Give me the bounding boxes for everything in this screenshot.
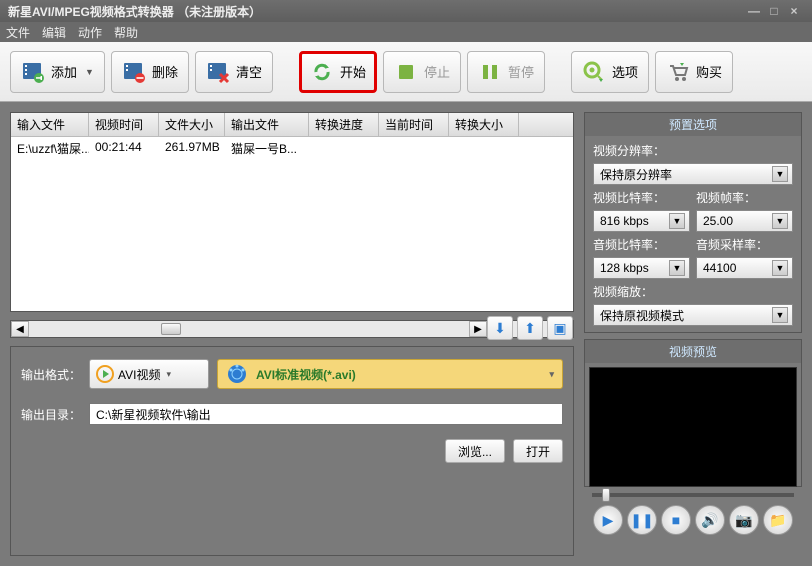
preview-title: 视频预览 [585,340,801,363]
res-label: 视频分辨率： [593,142,793,159]
chevron-down-icon: ▼ [772,166,788,182]
folder-button[interactable]: ▣ [547,316,573,340]
pause-button[interactable]: 暂停 [467,51,545,93]
options-button[interactable]: 选项 [571,51,649,93]
menu-file[interactable]: 文件 [6,24,30,41]
abr-label: 音频比特率： [593,238,665,252]
play-icon: ▶ [603,512,614,529]
col-outsize[interactable]: 转换大小 [449,113,519,136]
browse-button[interactable]: 浏览... [445,439,505,463]
play-button[interactable]: ▶ [593,505,623,535]
scroll-right-icon[interactable]: ▶ [469,321,487,337]
sr-label: 音频采样率： [696,238,768,252]
menu-help[interactable]: 帮助 [114,24,138,41]
start-button[interactable]: 开始 [299,51,377,93]
chevron-down-icon: ▾ [166,369,171,380]
vbr-label: 视频比特率： [593,191,665,205]
col-input[interactable]: 输入文件 [11,113,89,136]
preview-video [589,367,797,487]
preview-panel: 视频预览 [584,339,802,487]
framerate-select[interactable]: 25.00▼ [696,210,793,232]
camera-icon: 📷 [735,512,752,529]
titlebar: 新星AVI/MPEG视频格式转换器 （未注册版本） — □ × [0,0,812,22]
output-dir-label: 输出目录： [21,406,81,423]
arrow-up-icon: ⬆ [524,320,536,337]
resolution-select[interactable]: 保持原分辨率▼ [593,163,793,185]
sphere-icon [226,363,248,385]
pause-preview-button[interactable]: ❚❚ [627,505,657,535]
stop-icon [394,60,418,84]
samplerate-select[interactable]: 44100▼ [696,257,793,279]
pause-icon: ❚❚ [630,512,653,529]
col-duration[interactable]: 视频时间 [89,113,159,136]
snapshot-button[interactable]: 📷 [729,505,759,535]
stop-button[interactable]: 停止 [383,51,461,93]
toolbar: 添加▼ 删除 清空 开始 停止 暂停 选项 购买 [0,42,812,102]
preset-title: 预置选项 [585,113,801,136]
move-up-button[interactable]: ⬆ [517,316,543,340]
output-profile-select[interactable]: AVI标准视频(*.avi) ▾ [217,359,563,389]
scroll-thumb[interactable] [161,323,181,335]
table-row[interactable]: E:\uzzf\猫屎... 00:21:44 261.97MB 猫屎一号B... [11,137,573,160]
stop-icon: ■ [672,512,680,528]
buy-button[interactable]: 购买 [655,51,733,93]
chevron-down-icon: ▼ [669,213,685,229]
output-format-select[interactable]: AVI视频 ▾ [89,359,209,389]
folder-icon: ▣ [553,320,566,337]
video-bitrate-select[interactable]: 816 kbps▼ [593,210,690,232]
output-panel: 输出格式： AVI视频 ▾ AVI标准视频(*.avi) ▾ 输出目录： 浏 [10,346,574,556]
close-button[interactable]: × [784,4,804,18]
play-circle-icon [96,365,114,383]
film-clear-icon [206,60,230,84]
refresh-icon [310,60,334,84]
chevron-down-icon: ▼ [772,307,788,323]
scale-select[interactable]: 保持原视频模式▼ [593,304,793,326]
minimize-button[interactable]: — [744,4,764,18]
col-output[interactable]: 输出文件 [225,113,309,136]
chevron-down-icon: ▼ [772,260,788,276]
preview-controls: ▶ ❚❚ ■ 🔊 📷 📁 [584,503,802,537]
maximize-button[interactable]: □ [764,4,784,18]
scale-label: 视频缩放： [593,283,793,300]
clear-button[interactable]: 清空 [195,51,273,93]
move-down-button[interactable]: ⬇ [487,316,513,340]
output-dir-input[interactable] [89,403,563,425]
audio-bitrate-select[interactable]: 128 kbps▼ [593,257,690,279]
slider-knob[interactable] [602,488,610,502]
scroll-left-icon[interactable]: ◀ [11,321,29,337]
gear-icon [582,60,606,84]
fps-label: 视频帧率： [696,191,756,205]
open-folder-button[interactable]: 📁 [763,505,793,535]
folder-open-icon: 📁 [769,512,786,529]
preset-panel: 预置选项 视频分辨率： 保持原分辨率▼ 视频比特率： 视频帧率： 816 kbp… [584,112,802,333]
output-format-label: 输出格式： [21,366,81,383]
pause-icon [478,60,502,84]
menu-edit[interactable]: 编辑 [42,24,66,41]
film-add-icon [21,60,45,84]
film-delete-icon [122,60,146,84]
volume-icon: 🔊 [701,512,718,529]
cart-icon [666,60,690,84]
volume-button[interactable]: 🔊 [695,505,725,535]
chevron-down-icon: ▼ [772,213,788,229]
delete-button[interactable]: 删除 [111,51,189,93]
file-table: 输入文件 视频时间 文件大小 输出文件 转换进度 当前时间 转换大小 E:\uz… [10,112,574,312]
add-button[interactable]: 添加▼ [10,51,105,93]
menu-action[interactable]: 动作 [78,24,102,41]
preview-slider[interactable] [584,493,802,497]
col-size[interactable]: 文件大小 [159,113,225,136]
col-time[interactable]: 当前时间 [379,113,449,136]
col-progress[interactable]: 转换进度 [309,113,379,136]
table-header: 输入文件 视频时间 文件大小 输出文件 转换进度 当前时间 转换大小 [11,113,573,137]
menubar: 文件 编辑 动作 帮助 [0,22,812,42]
chevron-down-icon: ▼ [85,67,94,77]
chevron-down-icon: ▼ [669,260,685,276]
open-button[interactable]: 打开 [513,439,563,463]
horizontal-scrollbar[interactable]: ◀ ▶ ⬇ ⬆ ▣ [10,320,574,338]
app-title: 新星AVI/MPEG视频格式转换器 （未注册版本） [8,3,261,20]
arrow-down-icon: ⬇ [494,320,506,337]
chevron-down-icon: ▾ [549,369,554,380]
stop-preview-button[interactable]: ■ [661,505,691,535]
